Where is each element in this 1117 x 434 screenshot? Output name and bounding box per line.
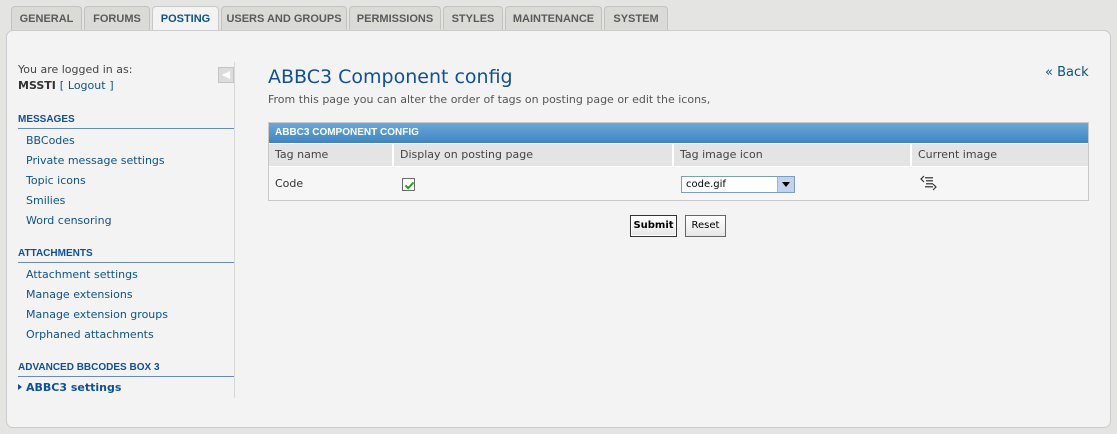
column-header-tag-image-icon: Tag image icon bbox=[674, 144, 912, 166]
current-item-arrow-icon bbox=[18, 384, 22, 390]
sidebar-divider bbox=[234, 62, 235, 398]
logout-link[interactable]: Logout bbox=[68, 79, 106, 92]
sidebar-item-bbcodes[interactable]: BBCodes bbox=[26, 134, 75, 147]
sidebar-item-manage-extensions[interactable]: Manage extensions bbox=[26, 288, 133, 301]
sidebar-item-smilies[interactable]: Smilies bbox=[26, 194, 65, 207]
menu-heading-advanced-bbcodes-box-3: ADVANCED BBCODES BOX 3 bbox=[18, 362, 234, 377]
table-row: Code code.gif bbox=[269, 167, 1088, 200]
column-header-tag-name: Tag name bbox=[269, 144, 394, 166]
tab-styles[interactable]: STYLES bbox=[443, 6, 503, 31]
page-description: From this page you can alter the order o… bbox=[268, 93, 711, 106]
column-header-current-image: Current image bbox=[918, 148, 998, 161]
sidebar-item-topic-icons[interactable]: Topic icons bbox=[26, 174, 86, 187]
sidebar-item-attachment-settings[interactable]: Attachment settings bbox=[26, 268, 138, 281]
logout-bracket-open: [ bbox=[59, 79, 65, 92]
checkmark-icon bbox=[404, 181, 415, 190]
sidebar-item-orphaned-attachments[interactable]: Orphaned attachments bbox=[26, 328, 154, 341]
tag-image-icon-selected-value: code.gif bbox=[686, 179, 726, 190]
tab-general[interactable]: GENERAL bbox=[11, 6, 82, 31]
chevron-down-icon[interactable] bbox=[777, 177, 794, 192]
menu-heading-attachments: ATTACHMENTS bbox=[18, 248, 234, 263]
tag-image-icon-select[interactable]: code.gif bbox=[681, 176, 795, 193]
sidebar: You are logged in as: MSSTI [ Logout ] bbox=[18, 62, 234, 94]
menu-heading-messages: MESSAGES bbox=[18, 114, 234, 129]
submit-button[interactable]: Submit bbox=[630, 215, 677, 237]
table-header: Tag name Display on posting page Tag ima… bbox=[269, 144, 1088, 166]
tab-maintenance[interactable]: MAINTENANCE bbox=[505, 6, 602, 31]
tab-permissions[interactable]: PERMISSIONS bbox=[349, 6, 441, 31]
logged-in-label: You are logged in as: bbox=[18, 63, 133, 76]
username: MSSTI bbox=[18, 79, 56, 92]
sidebar-item-abbc3-settings[interactable]: ABBC3 settings bbox=[26, 381, 121, 394]
tab-posting[interactable]: POSTING bbox=[152, 6, 219, 32]
reset-button[interactable]: Reset bbox=[685, 215, 726, 237]
tag-name-cell: Code bbox=[275, 177, 304, 190]
column-header-display-on-posting-page: Display on posting page bbox=[394, 144, 674, 166]
display-on-posting-checkbox[interactable] bbox=[402, 178, 415, 191]
collapse-sidebar-button[interactable] bbox=[218, 67, 234, 83]
table-caption: ABBC3 COMPONENT CONFIG bbox=[269, 123, 1088, 143]
tab-users-and-groups[interactable]: USERS AND GROUPS bbox=[221, 6, 347, 31]
tab-system[interactable]: SYSTEM bbox=[604, 6, 668, 31]
logout-bracket-close: ] bbox=[109, 79, 114, 92]
component-config-table: ABBC3 COMPONENT CONFIG Tag name Display … bbox=[268, 122, 1089, 201]
sidebar-item-private-message-settings[interactable]: Private message settings bbox=[26, 154, 165, 167]
back-link[interactable]: « Back bbox=[1045, 65, 1089, 80]
sidebar-item-word-censoring[interactable]: Word censoring bbox=[26, 214, 112, 227]
sidebar-item-manage-extension-groups[interactable]: Manage extension groups bbox=[26, 308, 168, 321]
page-title: ABBC3 Component config bbox=[268, 66, 513, 88]
code-tag-icon bbox=[919, 173, 939, 193]
user-line: MSSTI [ Logout ] bbox=[18, 78, 234, 94]
tab-forums[interactable]: FORUMS bbox=[84, 6, 150, 31]
